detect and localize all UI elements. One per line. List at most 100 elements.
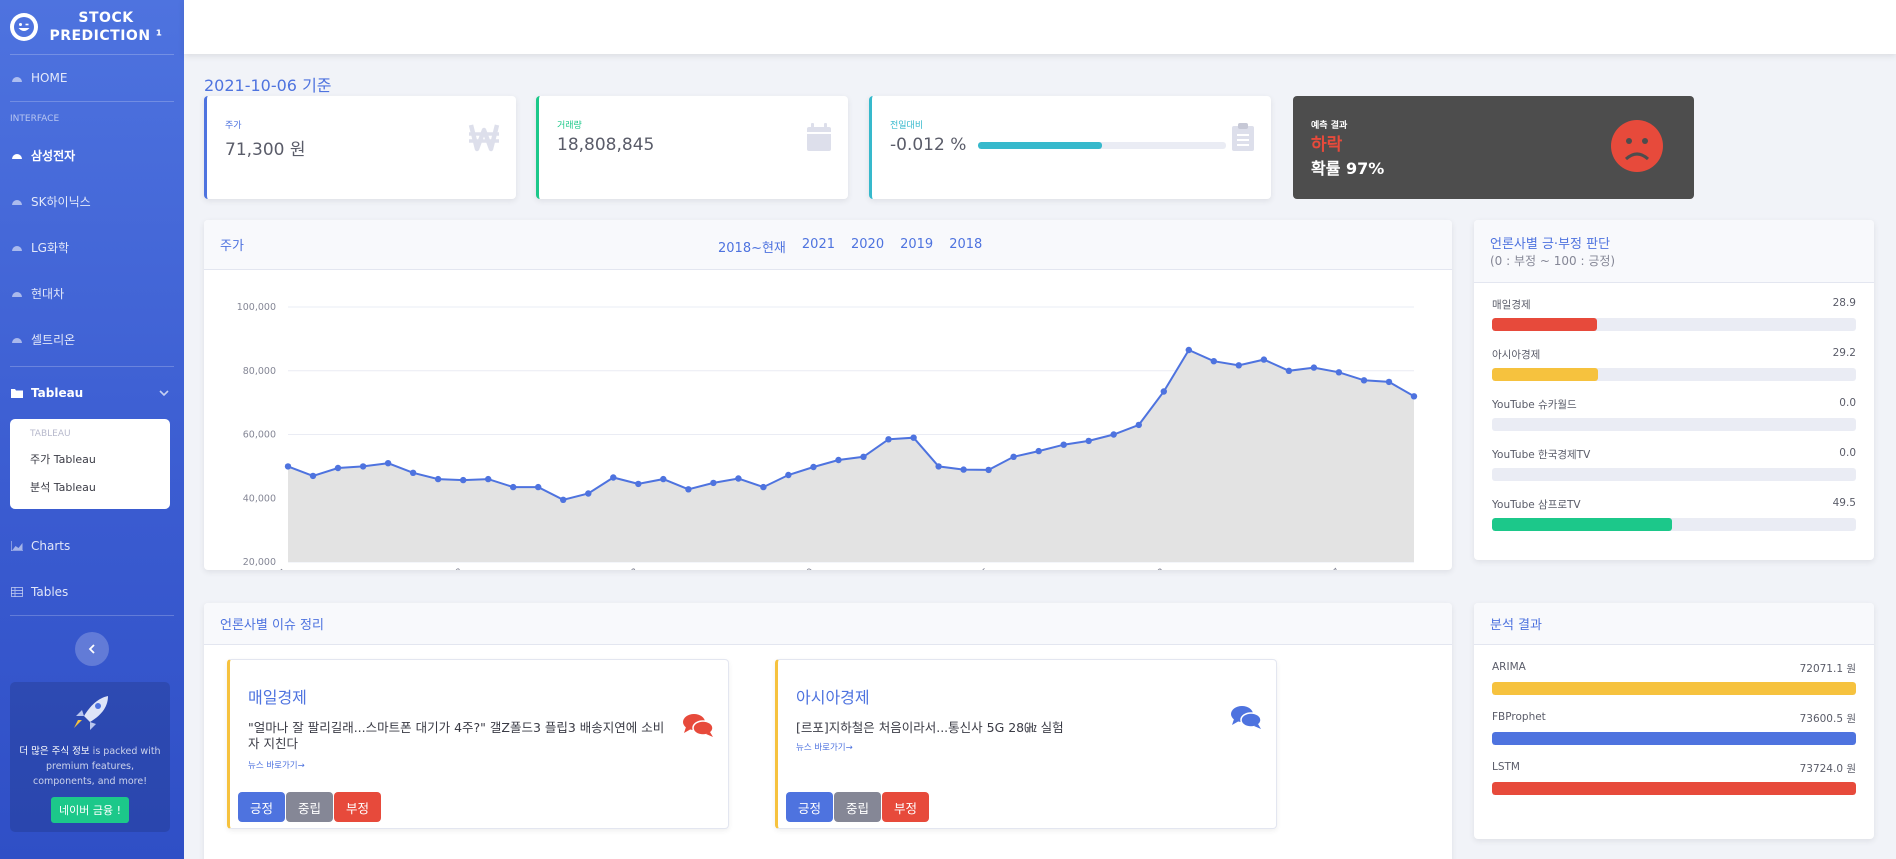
comments-icon <box>683 714 714 737</box>
negative-button[interactable]: 부정 <box>882 792 929 822</box>
bar-value: 0.0 <box>1839 397 1856 409</box>
bar-label: YouTube 슈카월드 <box>1492 399 1577 411</box>
sidebar-item-lgchem[interactable]: LG화학 <box>0 224 184 270</box>
promo-card: 더 많은 주식 정보 is packed with premium featur… <box>10 682 170 832</box>
bar-value: 73600.5 원 <box>1799 713 1856 725</box>
sidebar: STOCK PREDICTION ¹ HOME INTERFACE 삼성전자 S… <box>0 0 184 859</box>
price-point <box>610 474 617 481</box>
brand[interactable]: STOCK PREDICTION ¹ <box>0 0 184 54</box>
submenu-header: TABLEAU <box>30 429 71 439</box>
sidebar-item-hyundai[interactable]: 현대차 <box>0 270 184 316</box>
price-point <box>935 463 942 470</box>
y-tick-label: 20,000 <box>243 557 276 568</box>
tachometer-icon <box>12 77 22 82</box>
price-point <box>685 486 692 493</box>
news-link[interactable]: 뉴스 바로가기→ <box>248 759 305 771</box>
panel-header: 언론사별 긍·부정 판단 (0 : 부정 ~ 100 : 긍정) <box>1474 220 1874 283</box>
range-tab-2019[interactable]: 2019 <box>900 237 933 256</box>
stat-label: 전일대비 <box>890 121 924 131</box>
sidebar-item-tableau[interactable]: Tableau <box>0 367 184 419</box>
bar-value: 73724.0 원 <box>1799 763 1856 775</box>
panel-header: 분석 결과 <box>1474 603 1874 645</box>
sidebar-item-samsung[interactable]: 삼성전자 <box>0 132 184 178</box>
bar-row-header: LSTM 73724.0 원 <box>1492 761 1856 776</box>
sentiment-buttons: 긍정 중립 부정 <box>786 792 929 822</box>
price-point <box>1035 447 1042 455</box>
bar-row-header: YouTube 슈카월드 0.0 <box>1492 397 1856 412</box>
naver-finance-button[interactable]: 네이버 금융 ! <box>50 797 129 823</box>
sidebar-toggle-button[interactable] <box>75 632 109 666</box>
negative-button[interactable]: 부정 <box>334 792 381 822</box>
price-point <box>359 463 367 470</box>
progress-fill <box>1492 732 1856 745</box>
y-tick-label: 100,000 <box>237 302 276 313</box>
chevron-left-icon <box>88 644 95 654</box>
sidebar-item-label: Tableau <box>31 386 84 400</box>
sentiment-list: 매일경제 28.9 아시아경제 29.2 YouTube 슈카월드 0.0 YouTube … <box>1474 283 1874 531</box>
sidebar-item-celltrion[interactable]: 셀트리온 <box>0 316 184 362</box>
submenu-link-analysis-tableau[interactable]: 분석 Tableau <box>10 473 170 501</box>
x-tick-label: 2018-08 <box>430 566 466 570</box>
price-point <box>1185 346 1192 354</box>
neutral-button[interactable]: 중립 <box>286 792 333 822</box>
bar-row: 매일경제 28.9 <box>1474 297 1874 331</box>
sidebar-item-tables[interactable]: Tables <box>0 569 184 615</box>
folder-icon <box>11 389 23 398</box>
stat-label: 주가 <box>225 121 242 131</box>
laugh-wink-icon <box>10 13 38 41</box>
price-point <box>485 475 492 483</box>
price-point <box>635 480 642 488</box>
range-tab-2018[interactable]: 2018 <box>949 237 982 256</box>
progress-bar <box>1492 418 1856 431</box>
price-point <box>760 483 767 491</box>
sidebar-item-skhynix[interactable]: SK하이닉스 <box>0 178 184 224</box>
price-point <box>1210 358 1217 365</box>
price-point <box>560 496 567 503</box>
range-tabs: 2018~현재 2021 2020 2019 2018 <box>718 237 982 256</box>
sidebar-item-label: 현대차 <box>31 286 65 301</box>
submenu-link-price-tableau[interactable]: 주가 Tableau <box>10 445 170 473</box>
tableau-submenu: TABLEAU 주가 Tableau 분석 Tableau <box>10 419 170 509</box>
chevron-down-icon <box>159 390 169 397</box>
bar-row-header: ARIMA 72071.1 원 <box>1492 661 1856 676</box>
progress-fill <box>1492 782 1856 795</box>
news-link[interactable]: 뉴스 바로가기→ <box>796 741 853 753</box>
positive-button[interactable]: 긍정 <box>786 792 833 822</box>
brand-title: STOCK PREDICTION ¹ <box>38 9 184 45</box>
sidebar-item-charts[interactable]: Charts <box>0 523 184 569</box>
price-point <box>785 471 792 479</box>
sidebar-item-label: Tables <box>31 585 69 599</box>
bar-label: ARIMA <box>1492 661 1526 673</box>
comments-icon <box>1231 706 1262 729</box>
stat-change-row: -0.012 % <box>890 135 1253 155</box>
price-point <box>585 490 592 497</box>
price-point <box>1360 377 1368 384</box>
price-point <box>1110 431 1117 438</box>
price-point <box>985 466 992 474</box>
range-tab-2021[interactable]: 2021 <box>802 237 835 256</box>
range-tab-all[interactable]: 2018~현재 <box>718 237 786 256</box>
price-point <box>1335 369 1343 376</box>
change-progress-bar <box>978 141 1227 149</box>
sidebar-item-home[interactable]: HOME <box>0 55 184 101</box>
price-chart: 100,00080,00060,00040,00020,0002018-0120… <box>237 302 1418 570</box>
price-point <box>810 463 817 471</box>
bar-row-header: YouTube 한국경제TV 0.0 <box>1492 447 1856 462</box>
sidebar-item-label: Charts <box>31 539 71 553</box>
progress-fill <box>1492 318 1598 331</box>
price-area <box>288 350 1414 562</box>
price-point <box>1235 362 1243 369</box>
bar-row-header: YouTube 삼프로TV 49.5 <box>1492 497 1856 512</box>
price-point <box>535 483 542 491</box>
price-point <box>1060 441 1067 448</box>
positive-button[interactable]: 긍정 <box>238 792 285 822</box>
range-tab-2020[interactable]: 2020 <box>851 237 884 256</box>
progress-bar <box>1492 732 1856 745</box>
sidebar-item-label: HOME <box>31 71 68 85</box>
neutral-button[interactable]: 중립 <box>834 792 881 822</box>
sentiment-panel: 언론사별 긍·부정 판단 (0 : 부정 ~ 100 : 긍정) 매일경제 28.… <box>1474 220 1874 560</box>
panel-subtitle: (0 : 부정 ~ 100 : 긍정) <box>1490 254 1616 268</box>
progress-bar <box>1492 782 1856 795</box>
bar-row: LSTM 73724.0 원 <box>1474 761 1874 795</box>
price-point <box>1310 364 1318 371</box>
